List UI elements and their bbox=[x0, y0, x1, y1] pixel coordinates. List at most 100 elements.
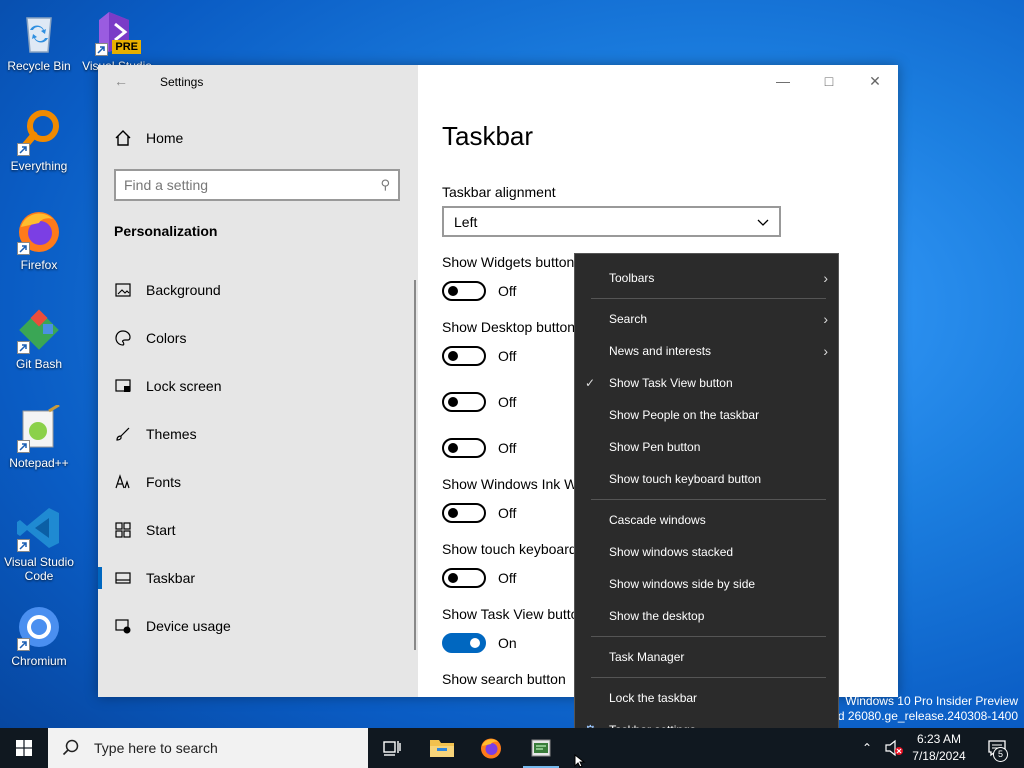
taskbar-settings-app[interactable] bbox=[517, 728, 565, 768]
desktop-icon-label: Visual Studio Code bbox=[4, 555, 74, 583]
sidebar-item-background[interactable]: Background bbox=[114, 275, 404, 305]
watermark-build: Build 26080.ge_release.240308-1400 bbox=[817, 709, 1018, 723]
toggle-3[interactable] bbox=[442, 392, 486, 412]
toggle-row-3: Off bbox=[442, 392, 516, 412]
menu-item-people[interactable]: Show People on the taskbar bbox=[575, 399, 838, 431]
menu-item-toolbars[interactable]: Toolbars › bbox=[575, 262, 838, 294]
sidebar-item-label: Colors bbox=[146, 330, 187, 346]
close-button[interactable]: ✕ bbox=[852, 65, 898, 97]
taskbar-firefox[interactable] bbox=[467, 728, 515, 768]
desktop-icon-notepad-plus-plus[interactable]: Notepad++ bbox=[0, 403, 78, 470]
toggle-4[interactable] bbox=[442, 438, 486, 458]
sidebar-scrollbar[interactable] bbox=[414, 280, 416, 650]
taskbar-alignment-select[interactable]: Left bbox=[442, 206, 781, 237]
toggle-label-widgets: Show Widgets button bbox=[442, 254, 575, 270]
visual-studio-icon: PRE bbox=[93, 8, 141, 56]
maximize-icon: □ bbox=[824, 73, 834, 89]
tray-overflow-button[interactable]: ⌃ bbox=[862, 728, 872, 768]
sidebar-item-fonts[interactable]: Fonts bbox=[114, 467, 404, 497]
toggle-knob bbox=[448, 397, 458, 407]
ink-workspace-toggle[interactable] bbox=[442, 503, 486, 523]
toggle-state: Off bbox=[498, 440, 517, 456]
toggle-knob bbox=[448, 508, 458, 518]
shortcut-arrow-icon bbox=[95, 43, 108, 56]
menu-item-show-desktop[interactable]: Show the desktop bbox=[575, 600, 838, 632]
sidebar-item-device-usage[interactable]: Device usage bbox=[114, 611, 404, 641]
toggle-knob bbox=[448, 286, 458, 296]
toggle-label-desktop: Show Desktop button bbox=[442, 319, 576, 335]
toggle-row-4: Off bbox=[442, 438, 516, 458]
search-icon bbox=[62, 739, 79, 756]
active-indicator bbox=[98, 567, 102, 589]
taskbar-clock[interactable]: 6:23 AM 7/18/2024 bbox=[900, 731, 978, 765]
desktop-icon-label: Git Bash bbox=[15, 357, 63, 371]
desktop-icon-firefox[interactable]: Firefox bbox=[0, 207, 78, 272]
menu-item-news[interactable]: News and interests › bbox=[575, 335, 838, 367]
alignment-label: Taskbar alignment bbox=[442, 184, 556, 200]
menu-item-task-manager[interactable]: Task Manager bbox=[575, 641, 838, 673]
menu-item-label: News and interests bbox=[609, 344, 712, 358]
sidebar-item-themes[interactable]: Themes bbox=[114, 419, 404, 449]
settings-sidebar: ← Settings Home Find a setting ⚲ Persona… bbox=[98, 65, 418, 697]
menu-item-label: Show windows side by side bbox=[609, 577, 756, 591]
toggle-row-ink: Off bbox=[442, 503, 516, 523]
desktop-icon-everything[interactable]: Everything bbox=[0, 108, 78, 173]
desktop-icon-vscode[interactable]: Visual Studio Code bbox=[0, 504, 78, 583]
menu-item-side-by-side[interactable]: Show windows side by side bbox=[575, 568, 838, 600]
sidebar-item-label: Taskbar bbox=[146, 570, 196, 586]
touch-keyboard-toggle[interactable] bbox=[442, 568, 486, 588]
sidebar-item-colors[interactable]: Colors bbox=[114, 323, 404, 353]
chevron-up-icon: ⌃ bbox=[862, 741, 873, 755]
desktop-icon-chromium[interactable]: Chromium bbox=[0, 603, 78, 668]
task-view-button[interactable] bbox=[368, 728, 416, 768]
menu-item-label: Show touch keyboard button bbox=[609, 472, 762, 486]
menu-item-touch-keyboard[interactable]: Show touch keyboard button bbox=[575, 463, 838, 495]
desktop-icon-git-bash[interactable]: Git Bash bbox=[0, 306, 78, 371]
home-icon bbox=[115, 130, 131, 146]
nav-home[interactable]: Home bbox=[114, 129, 183, 147]
device-usage-icon bbox=[114, 617, 132, 635]
menu-item-label: Search bbox=[609, 312, 648, 326]
menu-item-search[interactable]: Search › bbox=[575, 303, 838, 335]
desktop-toggle[interactable] bbox=[442, 346, 486, 366]
folder-icon bbox=[430, 740, 454, 757]
task-view-toggle[interactable] bbox=[442, 633, 486, 653]
taskbar-search-box[interactable]: Type here to search bbox=[48, 728, 368, 768]
maximize-button[interactable]: □ bbox=[806, 65, 852, 97]
taskbar-file-explorer[interactable] bbox=[418, 728, 466, 768]
menu-item-lock-taskbar[interactable]: Lock the taskbar bbox=[575, 682, 838, 714]
everything-search-icon bbox=[15, 108, 63, 156]
back-arrow-icon[interactable]: ← bbox=[114, 73, 128, 89]
desktop-icon-label: Notepad++ bbox=[9, 456, 69, 470]
menu-item-pen[interactable]: Show Pen button bbox=[575, 431, 838, 463]
toggle-knob bbox=[448, 351, 458, 361]
sidebar-item-label: Lock screen bbox=[146, 378, 222, 394]
menu-separator bbox=[591, 499, 826, 500]
notification-center-button[interactable]: 5 bbox=[982, 728, 1012, 768]
sidebar-item-lock-screen[interactable]: Lock screen bbox=[114, 371, 404, 401]
widgets-toggle[interactable] bbox=[442, 281, 486, 301]
sidebar-item-taskbar[interactable]: Taskbar bbox=[114, 563, 404, 593]
watermark-edition: Windows 10 Pro Insider Preview bbox=[845, 694, 1018, 708]
taskbar: Type here to search ⌃ 6:23 AM 7/18/2024 … bbox=[0, 728, 1024, 768]
shortcut-arrow-icon bbox=[17, 341, 30, 354]
recycle-bin-icon bbox=[15, 8, 63, 56]
desktop-icon-label: Chromium bbox=[11, 654, 67, 668]
menu-item-stacked[interactable]: Show windows stacked bbox=[575, 536, 838, 568]
start-button[interactable] bbox=[0, 728, 48, 768]
taskbar-icon bbox=[114, 569, 132, 587]
minimize-button[interactable]: — bbox=[760, 65, 806, 97]
git-bash-icon bbox=[15, 306, 63, 354]
desktop-icon-recycle-bin[interactable]: Recycle Bin bbox=[0, 8, 78, 73]
find-setting-input[interactable]: Find a setting ⚲ bbox=[114, 169, 400, 201]
chevron-right-icon: › bbox=[823, 311, 828, 327]
menu-item-cascade[interactable]: Cascade windows bbox=[575, 504, 838, 536]
sidebar-item-start[interactable]: Start bbox=[114, 515, 404, 545]
toggle-state: Off bbox=[498, 505, 517, 521]
menu-separator bbox=[591, 677, 826, 678]
toggle-knob bbox=[448, 573, 458, 583]
menu-item-label: Lock the taskbar bbox=[609, 691, 698, 705]
sidebar-item-label: Themes bbox=[146, 426, 197, 442]
menu-item-task-view[interactable]: ✓ Show Task View button bbox=[575, 367, 838, 399]
firefox-icon bbox=[481, 738, 501, 759]
